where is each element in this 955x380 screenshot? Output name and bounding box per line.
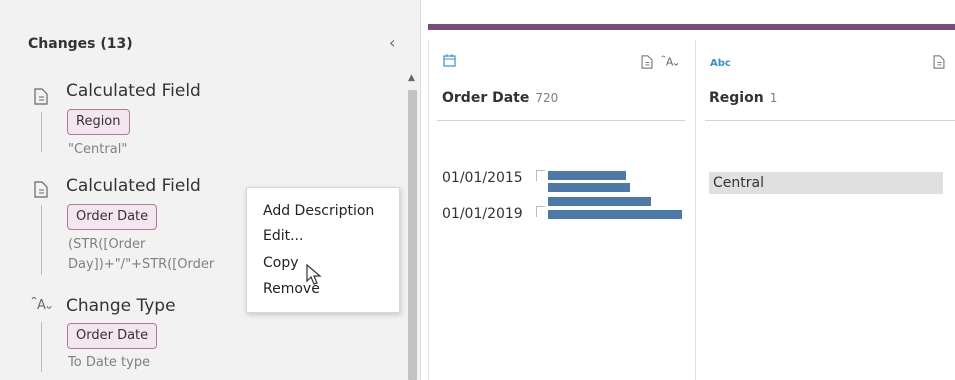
mouse-pointer-icon: [306, 263, 322, 290]
connector-line: [41, 112, 42, 152]
column-header-underline: [705, 120, 955, 121]
change-detail: (STR([Order Day])+"/"+STR([Order: [68, 235, 214, 275]
svg-text:A: A: [666, 56, 674, 69]
calculated-field-icon: [34, 88, 48, 109]
change-detail: To Date type: [68, 355, 151, 370]
column-count: 1: [769, 91, 778, 105]
column-name: Region: [709, 90, 764, 106]
collapse-chevron-icon[interactable]: ‹: [389, 33, 395, 52]
field-pill-region[interactable]: Region: [67, 109, 130, 135]
menu-item-copy[interactable]: Copy: [263, 255, 299, 271]
calculated-field-icon[interactable]: [933, 55, 945, 73]
flow-step-accent-bar: [428, 24, 955, 30]
histogram-bar[interactable]: [548, 210, 682, 219]
field-pill-order-date[interactable]: Order Date: [67, 204, 158, 230]
histogram-bar[interactable]: [548, 197, 651, 206]
menu-item-edit[interactable]: Edit...: [263, 228, 303, 244]
column-header-underline: [437, 120, 685, 121]
context-menu: Add Description Edit... Copy Remove: [246, 187, 400, 313]
change-title[interactable]: Change Type: [66, 296, 176, 316]
change-type-icon: A: [30, 296, 56, 316]
change-title[interactable]: Calculated Field: [66, 81, 201, 101]
column-header-order-date[interactable]: Order Date 720: [442, 90, 558, 106]
region-value-bar[interactable]: Central: [709, 172, 943, 194]
column-divider: [695, 40, 696, 380]
column-header-region[interactable]: Region 1: [709, 90, 777, 106]
axis-label: 01/01/2015: [442, 170, 523, 186]
calculated-field-icon: [34, 181, 48, 202]
axis-label: 01/01/2019: [442, 206, 523, 222]
scroll-up-arrow-icon[interactable]: ▲: [408, 73, 415, 83]
column-count: 720: [535, 91, 559, 105]
axis-tick: [536, 206, 545, 217]
change-title[interactable]: Calculated Field: [66, 176, 201, 196]
change-detail-line: (STR([Order: [68, 237, 146, 252]
axis-tick: [536, 170, 545, 181]
change-detail-line: Day])+"/"+STR([Order: [68, 257, 215, 272]
svg-text:A: A: [37, 298, 46, 312]
change-detail: "Central": [68, 142, 128, 157]
histogram-bar[interactable]: [548, 171, 626, 180]
column-divider: [428, 40, 429, 380]
calendar-icon[interactable]: [443, 54, 456, 71]
connector-line: [41, 205, 42, 275]
changes-header: Changes (13): [28, 36, 133, 52]
connector-line: [41, 322, 42, 372]
calculated-field-icon[interactable]: [641, 55, 653, 73]
scrollbar-thumb[interactable]: [408, 90, 417, 380]
field-pill-order-date[interactable]: Order Date: [67, 323, 158, 349]
column-name: Order Date: [442, 90, 530, 106]
string-type-icon[interactable]: Abc: [710, 58, 731, 69]
menu-item-add-description[interactable]: Add Description: [263, 203, 374, 219]
change-type-icon[interactable]: A: [660, 54, 682, 73]
histogram-bar[interactable]: [548, 183, 630, 192]
